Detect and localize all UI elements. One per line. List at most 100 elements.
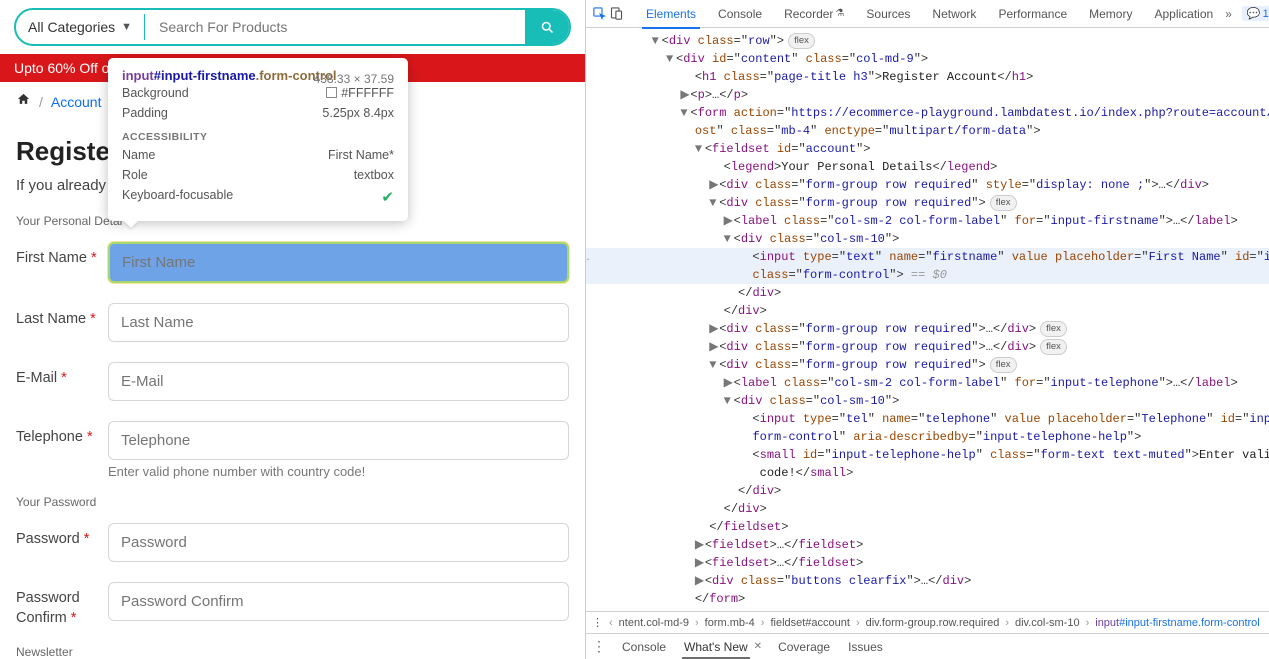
input-email[interactable] bbox=[108, 362, 569, 401]
dom-line[interactable]: <input type="tel" name="telephone" value… bbox=[586, 410, 1269, 428]
dom-line[interactable]: </div> bbox=[586, 500, 1269, 518]
dom-line[interactable]: ▶<fieldset>…</fieldset> bbox=[586, 536, 1269, 554]
label-telephone: Telephone * bbox=[16, 421, 100, 447]
dom-line[interactable]: </form> bbox=[586, 590, 1269, 608]
search-icon bbox=[540, 20, 555, 35]
more-tabs-icon[interactable]: » bbox=[1225, 7, 1232, 21]
device-icon[interactable] bbox=[609, 3, 624, 25]
dom-line[interactable]: </div> bbox=[586, 284, 1269, 302]
tooltip-kf: Keyboard-focusable✔ bbox=[122, 185, 394, 209]
fg-telephone: Telephone * Enter valid phone number wit… bbox=[0, 411, 585, 489]
tooltip-bg: Background #FFFFFF bbox=[122, 83, 394, 103]
issues-badge[interactable]: 💬 1 bbox=[1242, 6, 1269, 21]
search-button[interactable] bbox=[525, 10, 569, 44]
tab-sources[interactable]: Sources bbox=[856, 0, 920, 28]
dom-line[interactable]: ▼<fieldset id="account"> bbox=[586, 140, 1269, 158]
crumb-prev-icon[interactable]: ‹ bbox=[609, 617, 613, 629]
drawer-menu-icon[interactable]: ⋮ bbox=[592, 638, 606, 655]
dom-line[interactable]: </fieldset> bbox=[586, 518, 1269, 536]
drawer-tabs: ⋮ Console What's New ✕ Coverage Issues bbox=[586, 633, 1269, 659]
fg-firstname: First Name * bbox=[0, 232, 585, 293]
tab-console[interactable]: Console bbox=[708, 0, 772, 28]
beaker-icon: ⚗ bbox=[835, 8, 844, 19]
label-lastname: Last Name * bbox=[16, 303, 100, 329]
dom-line[interactable]: <small id="input-telephone-help" class="… bbox=[586, 446, 1269, 464]
label-firstname: First Name * bbox=[16, 242, 100, 268]
crumb-5[interactable]: div.col-sm-10 bbox=[1015, 617, 1080, 629]
input-password[interactable] bbox=[108, 523, 569, 562]
devtools-toolbar: Elements Console Recorder ⚗ Sources Netw… bbox=[586, 0, 1269, 28]
drawer-coverage[interactable]: Coverage bbox=[776, 640, 832, 654]
dom-line[interactable]: ▶<div class="form-group row required">…<… bbox=[586, 320, 1269, 338]
tab-elements[interactable]: Elements bbox=[636, 0, 706, 28]
dom-tree[interactable]: ▼<div class="row">flex ▼<div id="content… bbox=[586, 28, 1269, 611]
fg-email: E-Mail * bbox=[0, 352, 585, 411]
drawer-console[interactable]: Console bbox=[620, 640, 668, 654]
label-password-confirm: Password Confirm * bbox=[16, 582, 100, 629]
input-lastname[interactable] bbox=[108, 303, 569, 342]
dom-line[interactable]: ▼<div class="form-group row required">fl… bbox=[586, 194, 1269, 212]
dom-line[interactable]: form-control" aria-describedby="input-te… bbox=[586, 428, 1269, 446]
inspect-icon[interactable] bbox=[592, 3, 607, 25]
dom-line[interactable]: ▼<div id="content" class="col-md-9"> bbox=[586, 50, 1269, 68]
crumb-2[interactable]: form.mb-4 bbox=[705, 617, 755, 629]
crumb-menu-icon[interactable]: ⋮ bbox=[592, 616, 603, 629]
dom-line[interactable]: ▼<div class="form-group row required">fl… bbox=[586, 356, 1269, 374]
checkmark-icon: ✔ bbox=[381, 188, 394, 206]
category-label: All Categories bbox=[28, 19, 115, 35]
search-bar: All Categories ▼ bbox=[0, 0, 585, 54]
tab-application[interactable]: Application bbox=[1144, 0, 1223, 28]
dom-line[interactable]: ▼<div class="col-sm-10"> bbox=[586, 230, 1269, 248]
crumb-6[interactable]: input#input-firstname.form-control bbox=[1095, 617, 1259, 629]
dom-line[interactable]: ost" class="mb-4" enctype="multipart/for… bbox=[586, 122, 1269, 140]
drawer-issues[interactable]: Issues bbox=[846, 640, 885, 654]
dom-line[interactable]: code!</small> bbox=[586, 464, 1269, 482]
legend-newsletter: Newsletter bbox=[0, 639, 585, 659]
devtools-panel: Elements Console Recorder ⚗ Sources Netw… bbox=[585, 0, 1269, 659]
dom-line[interactable]: ▶<p>…</p> bbox=[586, 86, 1269, 104]
dom-line[interactable]: ▼<form action="https://ecommerce-playgro… bbox=[586, 104, 1269, 122]
dom-line[interactable]: ▼<div class="col-sm-10"> bbox=[586, 392, 1269, 410]
category-select[interactable]: All Categories ▼ bbox=[16, 10, 144, 44]
label-email: E-Mail * bbox=[16, 362, 100, 388]
dom-line[interactable]: ▶<div class="buttons clearfix">…</div> bbox=[586, 572, 1269, 590]
dom-line[interactable]: ▶<div class="form-group row required">…<… bbox=[586, 338, 1269, 356]
page-viewport[interactable]: All Categories ▼ Upto 60% Off on ... ...… bbox=[0, 0, 585, 659]
label-password: Password * bbox=[16, 523, 100, 549]
dom-line[interactable]: </div> bbox=[586, 482, 1269, 500]
tooltip-dimensions: 438.33 × 37.59 bbox=[314, 72, 394, 86]
tab-memory[interactable]: Memory bbox=[1079, 0, 1142, 28]
dom-line[interactable]: <input type="text" name="firstname" valu… bbox=[586, 248, 1269, 266]
input-password-confirm[interactable] bbox=[108, 582, 569, 621]
crumb-1[interactable]: ntent.col-md-9 bbox=[619, 617, 689, 629]
input-firstname[interactable] bbox=[108, 242, 569, 283]
dom-line[interactable]: <h1 class="page-title h3">Register Accou… bbox=[586, 68, 1269, 86]
input-telephone[interactable] bbox=[108, 421, 569, 460]
fg-lastname: Last Name * bbox=[0, 293, 585, 352]
dom-line[interactable]: ▶<label class="col-sm-2 col-form-label" … bbox=[586, 374, 1269, 392]
tab-network[interactable]: Network bbox=[922, 0, 986, 28]
tooltip-padding: Padding5.25px 8.4px bbox=[122, 103, 394, 123]
dom-line[interactable]: ▶<label class="col-sm-2 col-form-label" … bbox=[586, 212, 1269, 230]
drawer-whatsnew[interactable]: What's New bbox=[682, 640, 750, 654]
dom-line[interactable]: <legend>Your Personal Details</legend> bbox=[586, 158, 1269, 176]
tab-performance[interactable]: Performance bbox=[988, 0, 1077, 28]
dom-line[interactable]: class="form-control"> == $0 bbox=[586, 266, 1269, 284]
dom-breadcrumb: ⋮ ‹ ntent.col-md-9 › form.mb-4 › fieldse… bbox=[586, 611, 1269, 633]
crumb-3[interactable]: fieldset#account bbox=[770, 617, 850, 629]
crumb-account[interactable]: Account bbox=[51, 94, 102, 110]
dom-line[interactable]: ▶<fieldset>…</fieldset> bbox=[586, 554, 1269, 572]
dom-line[interactable]: ▶<div class="form-group row required" st… bbox=[586, 176, 1269, 194]
dom-line[interactable]: ▼<div class="row">flex bbox=[586, 32, 1269, 50]
close-icon[interactable]: ✕ bbox=[754, 641, 762, 652]
home-icon[interactable] bbox=[16, 92, 31, 112]
tab-recorder[interactable]: Recorder ⚗ bbox=[774, 0, 854, 28]
legend-password: Your Password bbox=[0, 489, 585, 513]
fg-password: Password * bbox=[0, 513, 585, 572]
fg-password-confirm: Password Confirm * bbox=[0, 572, 585, 639]
chevron-down-icon: ▼ bbox=[121, 21, 132, 33]
dom-line[interactable]: </div> bbox=[586, 302, 1269, 320]
crumb-4[interactable]: div.form-group.row.required bbox=[866, 617, 1000, 629]
search-input[interactable] bbox=[145, 10, 525, 44]
inspector-tooltip: input#input-firstname.form-control 438.3… bbox=[108, 58, 408, 221]
